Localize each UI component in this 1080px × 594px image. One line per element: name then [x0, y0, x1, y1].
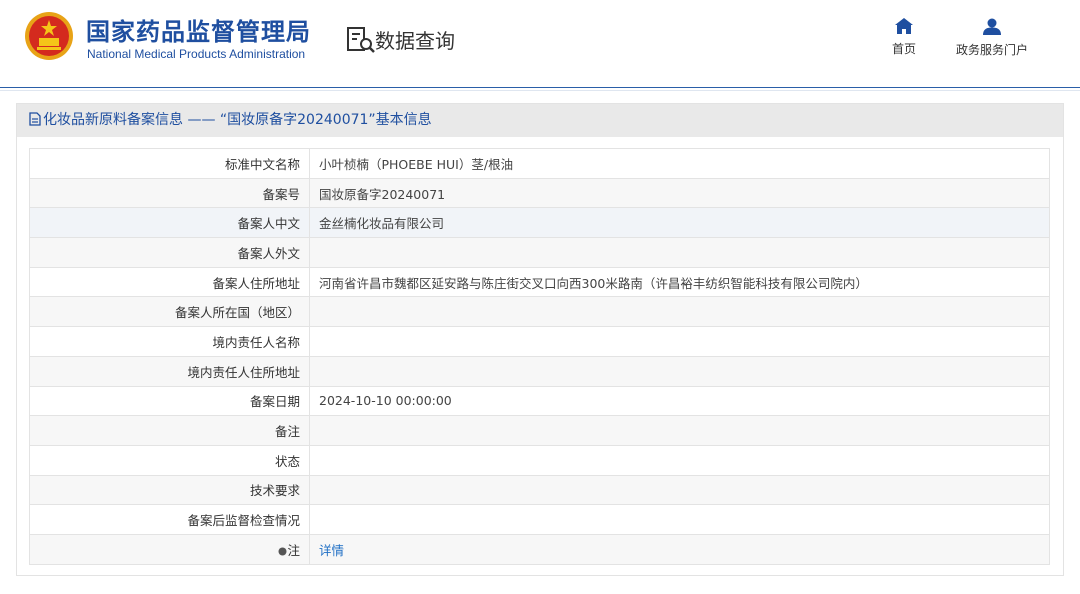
home-icon — [895, 18, 913, 34]
row-label: 状态 — [29, 444, 310, 476]
document-icon — [29, 112, 41, 126]
data-query-title: 数据查询 — [375, 29, 455, 53]
row-label: 备注 — [29, 415, 310, 446]
row-label: 备案人中文 — [29, 207, 310, 239]
agency-name-cn[interactable]: 国家药品监督管理局 — [86, 12, 311, 47]
note-label-cell: 注 — [29, 533, 310, 565]
row-value — [309, 474, 1050, 506]
row-value — [309, 326, 1050, 357]
note-value-cell: 详情 — [309, 533, 1050, 565]
user-icon — [983, 18, 1001, 35]
row-value: 国妆原备字20240071 — [309, 177, 1050, 209]
national-emblem-icon — [25, 12, 73, 60]
row-value — [309, 415, 1050, 446]
row-value — [309, 504, 1050, 535]
row-value — [309, 237, 1050, 268]
record-panel: 化妆品新原料备案信息 —— “国妆原备字20240071”基本信息 标准中文名称… — [16, 103, 1064, 576]
row-value — [309, 355, 1050, 387]
row-label: 备案人所在国（地区） — [29, 296, 310, 328]
row-value — [309, 444, 1050, 476]
panel-title: 化妆品新原料备案信息 —— “国妆原备字20240071”基本信息 — [43, 112, 432, 128]
table-row-note: 注 详情 — [29, 533, 1050, 565]
row-label: 境内责任人住所地址 — [29, 355, 310, 387]
nav-service-portal[interactable]: 政务服务门户 — [950, 18, 1034, 58]
row-label: 备案号 — [29, 177, 310, 209]
row-label: 境内责任人名称 — [29, 326, 310, 357]
note-label: 注 — [287, 542, 300, 558]
table-row: 备案后监督检查情况 — [29, 504, 1050, 535]
row-label: 备案后监督检查情况 — [29, 504, 310, 535]
nav-home-label: 首页 — [891, 42, 916, 56]
table-row: 备案日期 2024-10-10 00:00:00 — [29, 385, 1050, 417]
table-row: 备案号 国妆原备字20240071 — [29, 177, 1050, 209]
row-label: 备案日期 — [29, 385, 310, 417]
row-label: 标准中文名称 — [29, 148, 310, 179]
row-value — [309, 296, 1050, 328]
table-row: 境内责任人名称 — [29, 326, 1050, 357]
table-row: 标准中文名称 小叶桢楠（PHOEBE HUI）茎/根油 — [29, 148, 1050, 179]
row-value: 小叶桢楠（PHOEBE HUI）茎/根油 — [309, 148, 1050, 179]
header-divider — [0, 90, 1080, 91]
row-value: 河南省许昌市魏都区延安路与陈庄街交叉口向西300米路南（许昌裕丰纺织智能科技有限… — [309, 266, 1050, 298]
table-row: 备案人中文 金丝楠化妆品有限公司 — [29, 207, 1050, 239]
agency-name-en[interactable]: National Medical Products Administration — [87, 47, 305, 61]
table-row: 状态 — [29, 444, 1050, 476]
nav-service-portal-label: 政务服务门户 — [955, 43, 1028, 57]
details-link[interactable]: 详情 — [319, 543, 344, 558]
table-row: 备案人所在国（地区） — [29, 296, 1050, 328]
panel-title-bar: 化妆品新原料备案信息 —— “国妆原备字20240071”基本信息 — [17, 104, 1063, 137]
row-label: 备案人住所地址 — [29, 266, 310, 298]
table-row: 境内责任人住所地址 — [29, 355, 1050, 387]
data-query-icon — [347, 27, 375, 53]
row-label: 技术要求 — [29, 474, 310, 506]
row-label: 备案人外文 — [29, 237, 310, 268]
row-value: 2024-10-10 00:00:00 — [309, 385, 1050, 417]
row-value: 金丝楠化妆品有限公司 — [309, 207, 1050, 239]
record-detail-table: 标准中文名称 小叶桢楠（PHOEBE HUI）茎/根油 备案号 国妆原备字20240… — [29, 148, 1050, 565]
nav-home[interactable]: 首页 — [880, 18, 928, 57]
table-row: 备案人外文 — [29, 237, 1050, 268]
table-row: 备案人住所地址 河南省许昌市魏都区延安路与陈庄街交叉口向西300米路南（许昌裕丰纺… — [29, 266, 1050, 298]
table-row: 技术要求 — [29, 474, 1050, 506]
site-header: 国家药品监督管理局 National Medical Products Admi… — [0, 0, 1080, 88]
table-row: 备注 — [29, 415, 1050, 446]
